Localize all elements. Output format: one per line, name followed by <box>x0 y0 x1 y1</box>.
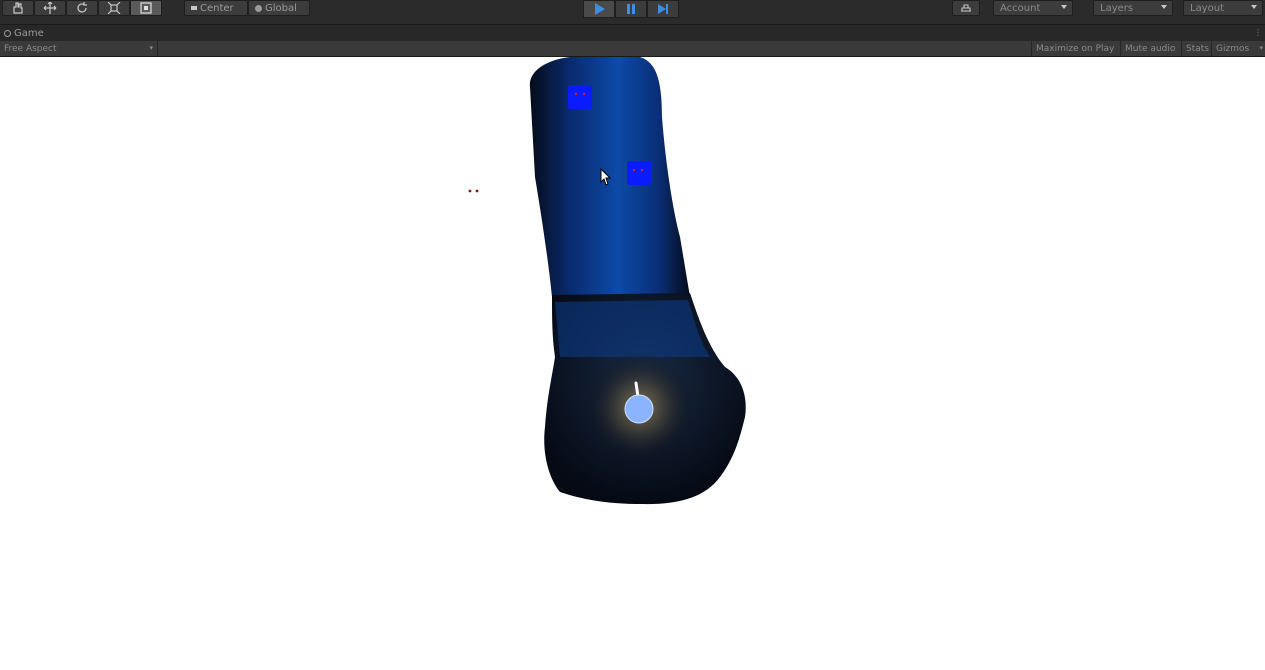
player-ball <box>624 394 654 424</box>
tab-menu-icon[interactable]: ⋮ <box>1254 28 1262 37</box>
game-viewport[interactable] <box>0 57 1265 670</box>
game-icon <box>4 29 11 37</box>
account-label: Account <box>1000 2 1041 14</box>
aspect-label: Free Aspect <box>4 43 57 54</box>
scale-icon <box>107 2 121 14</box>
globe-icon <box>255 4 262 12</box>
maximize-on-play-toggle[interactable]: Maximize on Play <box>1031 41 1120 56</box>
pause-button[interactable] <box>615 0 647 18</box>
maximize-on-play-label: Maximize on Play <box>1036 43 1115 54</box>
chevron-down-icon <box>1061 5 1067 9</box>
space-label: Global <box>265 2 297 14</box>
hand-tool-button[interactable] <box>2 0 34 16</box>
play-icon <box>595 3 605 15</box>
scale-tool-button[interactable] <box>98 0 130 16</box>
cloud-button[interactable] <box>952 0 980 16</box>
layout-dropdown[interactable]: Layout <box>1183 0 1263 16</box>
mouse-cursor-icon <box>600 167 612 189</box>
rect-tool-button[interactable] <box>130 0 162 16</box>
chevron-down-icon: ▾ <box>1259 44 1263 52</box>
pivot-icon <box>191 6 197 10</box>
chevron-down-icon <box>1161 5 1167 9</box>
step-button[interactable] <box>647 0 679 18</box>
chevron-down-icon <box>1251 5 1257 9</box>
enemy-cube-2 <box>627 161 651 185</box>
chevron-down-icon: ▾ <box>149 44 153 52</box>
pivot-label: Center <box>200 2 234 14</box>
red-marker <box>468 189 479 193</box>
mute-audio-label: Mute audio <box>1125 43 1176 54</box>
pause-icon <box>627 4 635 14</box>
rect-tool-icon <box>140 2 152 14</box>
pivot-mode-button[interactable]: Center <box>184 0 248 16</box>
play-button[interactable] <box>583 0 615 18</box>
cloud-icon <box>961 4 971 12</box>
game-view-toolbar: Free Aspect ▾ Maximize on Play Mute audi… <box>0 41 1265 57</box>
rotate-tool-button[interactable] <box>66 0 98 16</box>
gizmos-dropdown[interactable]: Gizmos ▾ <box>1211 41 1265 56</box>
game-tab-bar: Game ⋮ <box>0 25 1265 41</box>
mute-audio-toggle[interactable]: Mute audio <box>1120 41 1181 56</box>
account-dropdown[interactable]: Account <box>993 0 1073 16</box>
game-scene <box>468 57 746 505</box>
stats-label: Stats <box>1186 43 1209 54</box>
tab-game[interactable]: Game <box>0 25 50 41</box>
stats-toggle[interactable]: Stats <box>1181 41 1211 56</box>
layers-dropdown[interactable]: Layers <box>1093 0 1173 16</box>
aspect-dropdown[interactable]: Free Aspect ▾ <box>0 41 158 56</box>
move-tool-button[interactable] <box>34 0 66 16</box>
layout-label: Layout <box>1190 2 1224 14</box>
tab-game-label: Game <box>14 27 44 39</box>
move-icon <box>43 2 57 14</box>
hand-icon <box>13 2 23 14</box>
editor-toolbar: Center Global Account Layers Layout <box>0 0 1265 25</box>
pivot-space-button[interactable]: Global <box>248 0 310 16</box>
enemy-cube-1 <box>568 85 592 109</box>
rotate-icon <box>77 2 87 13</box>
gizmos-label: Gizmos <box>1216 43 1250 54</box>
layers-label: Layers <box>1100 2 1134 14</box>
step-icon <box>658 4 668 14</box>
